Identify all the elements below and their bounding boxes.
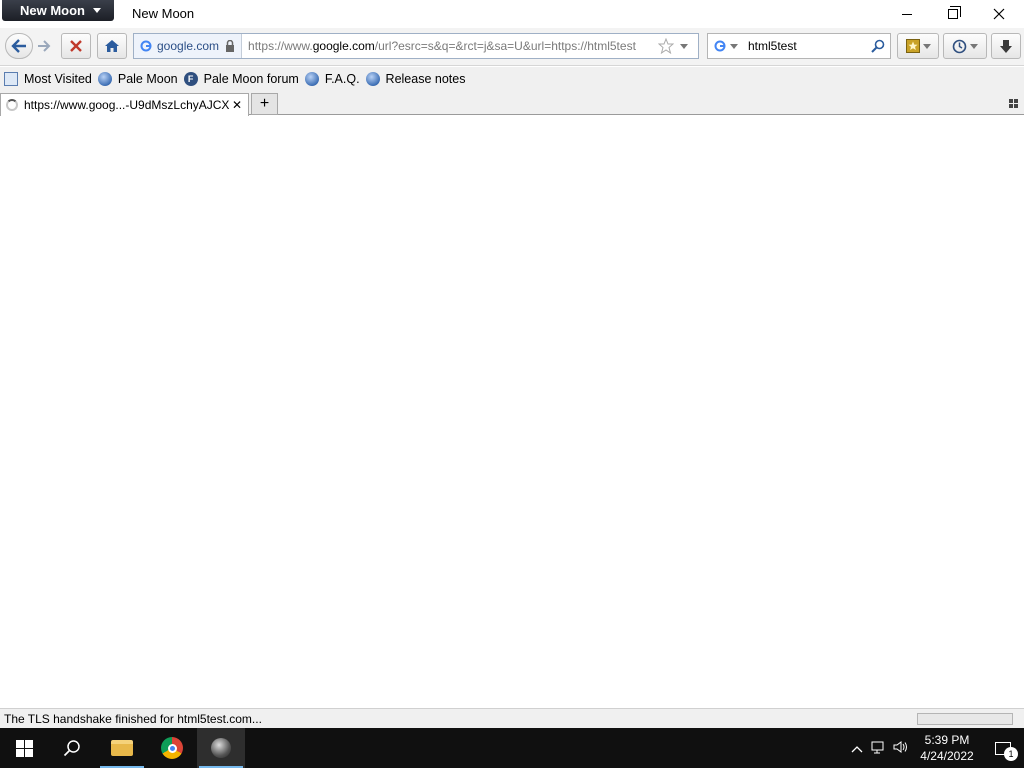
bookmarks-menu-button[interactable] xyxy=(897,33,939,59)
start-button[interactable] xyxy=(0,728,48,768)
status-bar: The TLS handshake finished for html5test… xyxy=(0,708,1024,728)
taskbar: 5:39 PM 4/24/2022 1 xyxy=(0,728,1024,768)
notification-badge: 1 xyxy=(1004,746,1018,761)
taskbar-clock[interactable]: 5:39 PM 4/24/2022 xyxy=(912,732,982,764)
app-menu-button[interactable]: New Moon xyxy=(2,0,114,21)
search-bar[interactable]: html5test xyxy=(707,33,891,59)
tab-active[interactable]: https://www.goog...-U9dMszLchyAJCX ✕ xyxy=(0,93,249,116)
downloads-button[interactable] xyxy=(991,33,1021,59)
bookmark-star-icon[interactable] xyxy=(658,38,675,54)
search-input[interactable]: html5test xyxy=(748,39,797,53)
home-icon xyxy=(105,40,119,52)
url-bar[interactable]: google.com https://www.google.com/url?es… xyxy=(133,33,699,59)
network-icon[interactable] xyxy=(868,740,890,757)
search-engine-dropdown-icon[interactable] xyxy=(730,43,738,49)
new-tab-button[interactable]: + xyxy=(251,93,278,115)
chrome-icon xyxy=(161,737,183,759)
url-dropdown-icon[interactable] xyxy=(680,43,689,49)
notification-icon: 1 xyxy=(995,741,1018,761)
tab-strip: https://www.goog...-U9dMszLchyAJCX ✕ + xyxy=(0,91,1024,116)
windows-logo-icon xyxy=(15,739,33,757)
history-button[interactable] xyxy=(943,33,987,59)
caret-down-icon xyxy=(93,8,101,13)
forward-arrow-icon xyxy=(38,40,51,52)
taskbar-search-button[interactable] xyxy=(48,728,96,768)
url-text[interactable]: https://www.google.com/url?esrc=s&q=&rct… xyxy=(248,39,654,53)
volume-icon[interactable] xyxy=(890,740,912,757)
progress-bar xyxy=(917,713,1013,725)
plus-icon: + xyxy=(259,95,270,112)
chevron-up-icon[interactable] xyxy=(846,741,868,756)
globe-icon xyxy=(365,72,380,86)
page-content[interactable] xyxy=(0,116,1024,708)
bookmark-release-notes[interactable]: Release notes xyxy=(365,72,466,86)
history-clock-icon xyxy=(952,39,967,53)
bookmark-pale-moon-forum[interactable]: F Pale Moon forum xyxy=(183,72,299,86)
tab-label: https://www.goog...-U9dMszLchyAJCX xyxy=(24,98,230,112)
forum-icon: F xyxy=(183,72,198,86)
title-bar: New Moon New Moon xyxy=(0,0,1024,28)
back-button[interactable] xyxy=(5,33,33,59)
lock-icon xyxy=(226,40,235,52)
bookmark-label: Pale Moon forum xyxy=(203,72,299,86)
tab-close-icon[interactable]: ✕ xyxy=(232,98,242,112)
stop-icon xyxy=(70,40,82,52)
folder-icon xyxy=(111,740,133,756)
system-tray: 5:39 PM 4/24/2022 1 xyxy=(846,728,1024,768)
site-identity-box[interactable]: google.com xyxy=(134,34,243,58)
home-button[interactable] xyxy=(97,33,127,59)
status-text: The TLS handshake finished for html5test… xyxy=(4,711,262,726)
bookmark-most-visited[interactable]: Most Visited xyxy=(4,72,92,86)
google-g-icon xyxy=(140,40,152,52)
search-icon xyxy=(63,740,80,757)
globe-icon xyxy=(97,72,112,86)
tab-groups-icon[interactable] xyxy=(1009,99,1018,108)
moon-icon xyxy=(211,738,231,758)
chrome-button[interactable] xyxy=(148,728,196,768)
action-center-button[interactable]: 1 xyxy=(982,741,1024,761)
bookmarks-icon xyxy=(905,39,920,53)
minimize-button[interactable] xyxy=(884,0,930,28)
stop-button[interactable] xyxy=(61,33,91,59)
minimize-icon xyxy=(902,13,912,15)
restore-icon xyxy=(948,6,961,19)
close-icon xyxy=(993,8,1005,20)
clock-time: 5:39 PM xyxy=(924,733,970,747)
bookmark-label: Release notes xyxy=(385,72,466,86)
bookmark-pale-moon[interactable]: Pale Moon xyxy=(97,72,178,86)
history-dropdown-icon xyxy=(970,43,978,49)
window-title: New Moon xyxy=(132,6,195,21)
back-arrow-icon xyxy=(11,39,26,53)
bookmarks-toolbar: Most Visited Pale Moon F Pale Moon forum … xyxy=(0,67,1024,91)
navigation-toolbar: google.com https://www.google.com/url?es… xyxy=(0,28,1024,66)
app-menu-label: New Moon xyxy=(20,3,85,18)
search-engine-google-icon[interactable] xyxy=(714,40,726,52)
close-button[interactable] xyxy=(976,0,1022,28)
loading-spinner-icon xyxy=(6,99,18,111)
identity-label: google.com xyxy=(157,39,220,53)
bookmark-label: F.A.Q. xyxy=(324,72,360,86)
most-visited-icon xyxy=(4,72,18,86)
url-path: /url?esrc=s&q=&rct=j&sa=U&url=https://ht… xyxy=(374,39,636,53)
clock-date: 4/24/2022 xyxy=(920,749,974,763)
search-icon[interactable] xyxy=(871,39,885,53)
bookmark-faq[interactable]: F.A.Q. xyxy=(304,72,360,86)
bookmark-label: Most Visited xyxy=(24,72,92,86)
file-explorer-button[interactable] xyxy=(98,728,146,768)
bookmarks-dropdown-icon xyxy=(922,43,931,49)
bookmark-label: Pale Moon xyxy=(117,72,178,86)
restore-button[interactable] xyxy=(930,0,976,28)
globe-icon xyxy=(304,72,319,86)
url-host: google.com xyxy=(312,39,375,53)
download-arrow-icon xyxy=(1000,39,1012,53)
forward-button[interactable] xyxy=(33,33,55,59)
new-moon-button[interactable] xyxy=(197,728,245,768)
url-prefix: https://www. xyxy=(248,39,313,53)
